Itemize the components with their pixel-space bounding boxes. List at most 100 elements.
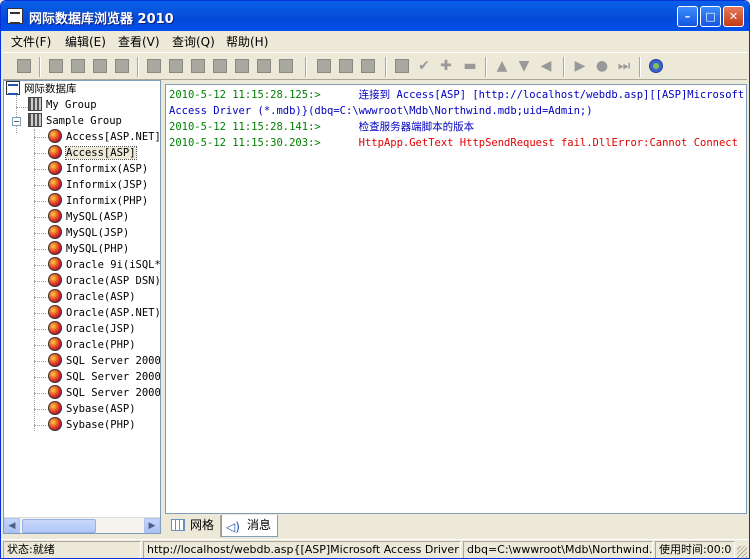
tree-item-connection[interactable]: MySQL(PHP) <box>48 241 129 257</box>
run-button[interactable]: ▶ <box>569 56 591 77</box>
log-line-continuation: Access Driver (*.mdb)}(dbq=C:\wwwroot\Md… <box>169 105 593 117</box>
title-bar[interactable]: 网际数据库浏览器 2010 – □ ✕ <box>1 1 749 31</box>
scroll-left-icon[interactable]: ◀ <box>4 518 20 533</box>
save-icon <box>279 59 293 73</box>
stop-button[interactable]: ● <box>591 56 613 77</box>
resize-grip[interactable] <box>737 546 747 558</box>
tree-group-my[interactable]: My Group <box>28 97 97 113</box>
menu-query[interactable]: 查询(Q) <box>172 33 215 50</box>
check-icon: ✔ <box>418 58 430 74</box>
tree-item-connection[interactable]: Oracle(JSP) <box>48 321 136 337</box>
database-icon <box>6 81 20 95</box>
tree-item-connection[interactable]: SQL Server 2000 <box>48 353 160 369</box>
toolbar-button[interactable] <box>143 56 165 77</box>
tree-root[interactable]: 网际数据库 <box>6 81 77 97</box>
toolbar-button[interactable] <box>67 56 89 77</box>
toolbar-button[interactable] <box>111 56 133 77</box>
connect-tool-button[interactable] <box>13 56 35 77</box>
connection-icon <box>48 369 62 383</box>
menu-edit[interactable]: 编辑(E) <box>65 33 106 50</box>
toolbar-button[interactable] <box>45 56 67 77</box>
menu-help[interactable]: 帮助(H) <box>226 33 268 50</box>
toolbar-button[interactable] <box>335 56 357 77</box>
step-button[interactable]: ⏭ <box>613 56 635 77</box>
play-icon: ▶ <box>574 58 586 74</box>
tree-item-connection[interactable]: Oracle 9i(iSQL*Plus) <box>48 257 160 273</box>
tree-item-connection[interactable]: Access[ASP.NET] <box>48 129 161 145</box>
move-down-button[interactable]: ▼ <box>513 56 535 77</box>
tree-item-connection[interactable]: Informix(ASP) <box>48 161 148 177</box>
tab-messages[interactable]: ◁) 消息 <box>221 515 279 537</box>
toolbar-button[interactable] <box>275 56 297 77</box>
horizontal-scrollbar[interactable]: ◀ ▶ <box>4 517 160 533</box>
tree-item-connection[interactable]: SQL Server 2000 <box>48 385 161 401</box>
tree-item-connection[interactable]: SQL Server 2000 <box>48 369 160 385</box>
connection-icon <box>48 257 62 271</box>
tree-item-connection[interactable]: Sybase(PHP) <box>48 417 136 433</box>
tree-item-label: SQL Server 2000 <box>66 387 161 399</box>
tree-item-connection[interactable]: Oracle(PHP) <box>48 337 136 353</box>
close-button[interactable]: ✕ <box>723 6 744 27</box>
maximize-button[interactable]: □ <box>700 6 721 27</box>
tree-item-label: Oracle(ASP) <box>66 291 136 303</box>
minimize-button[interactable]: – <box>677 6 698 27</box>
tree-item-label: Informix(ASP) <box>66 163 149 175</box>
web-button[interactable] <box>645 56 667 77</box>
remove-button[interactable]: ▬ <box>459 56 481 77</box>
collapse-toggle[interactable]: − <box>12 117 21 126</box>
grid-icon <box>317 59 331 73</box>
tree-item-connection[interactable]: Informix(JSP) <box>48 177 148 193</box>
tree-group-sample[interactable]: Sample Group <box>28 113 122 129</box>
tree-item-connection[interactable]: Oracle(ASP.NET) <box>48 305 161 321</box>
grid-icon <box>171 519 185 531</box>
arrow-up-icon: ▲ <box>496 58 508 74</box>
tree-item-label: Oracle(JSP) <box>66 323 136 335</box>
toolbar-button[interactable] <box>187 56 209 77</box>
speaker-icon: ◁) <box>226 520 240 534</box>
message-log[interactable]: 2010-5-12 11:15:28.125:> 连接到 Access[ASP]… <box>165 84 747 514</box>
scroll-right-icon[interactable]: ▶ <box>144 518 160 533</box>
tree-item-connection[interactable]: Sybase(ASP) <box>48 401 136 417</box>
bottom-tabs: 网格 ◁) 消息 <box>161 515 749 537</box>
tab-grid[interactable]: 网格 <box>167 515 222 537</box>
database-tree[interactable]: − 网际数据库 My Group Sample Group Access[ASP… <box>3 80 161 534</box>
tree-item-connection[interactable]: Informix(PHP) <box>48 193 148 209</box>
log-line: 2010-5-12 11:15:28.141:> 检查服务器端脚本的版本 <box>169 121 475 133</box>
connection-icon <box>48 161 62 175</box>
post-button[interactable]: ✔ <box>413 56 435 77</box>
tree-item-label: MySQL(ASP) <box>66 211 130 223</box>
menu-file[interactable]: 文件(F) <box>11 33 51 50</box>
tree-item-label: Informix(PHP) <box>66 195 149 207</box>
tree-item-label: MySQL(PHP) <box>66 243 130 255</box>
tree-item-connection[interactable]: Oracle(ASP) <box>48 289 136 305</box>
tree-item-connection[interactable]: MySQL(ASP) <box>48 209 129 225</box>
connection-icon <box>48 145 62 159</box>
menu-view[interactable]: 查看(V) <box>118 33 160 50</box>
connection-icon <box>48 337 62 351</box>
toolbar-button[interactable] <box>165 56 187 77</box>
table-icon <box>49 59 63 73</box>
move-up-button[interactable]: ▲ <box>491 56 513 77</box>
toolbar-button[interactable] <box>253 56 275 77</box>
tree-item-label: Oracle(ASP.NET) <box>66 307 161 319</box>
toolbar-button[interactable]: ◀ <box>535 56 557 77</box>
paste-icon <box>93 59 107 73</box>
toolbar-button[interactable] <box>313 56 335 77</box>
tree-item-connection[interactable]: MySQL(JSP) <box>48 225 129 241</box>
copy-icon <box>169 59 183 73</box>
tree-item-connection[interactable]: Oracle(ASP DSN) <box>48 273 160 289</box>
toolbar-button[interactable] <box>209 56 231 77</box>
tree-item-label: Access[ASP.NET] <box>66 131 161 143</box>
toolbar-button[interactable] <box>357 56 379 77</box>
toolbar-button[interactable] <box>231 56 253 77</box>
connection-icon <box>48 177 62 191</box>
insert-button[interactable]: ✚ <box>435 56 457 77</box>
toolbar-button[interactable] <box>89 56 111 77</box>
toolbar-button[interactable] <box>391 56 413 77</box>
log-message: 连接到 Access[ASP] [http://localhost/webdb.… <box>358 89 745 101</box>
window-title: 网际数据库浏览器 2010 <box>29 12 174 27</box>
tree-item-label: Sybase(PHP) <box>66 419 136 431</box>
tree-item-connection[interactable]: Access[ASP] <box>48 145 137 161</box>
scroll-thumb[interactable] <box>22 519 96 533</box>
status-bar: 状态:就绪 http://localhost/webdb.asp{[ASP]Mi… <box>1 539 749 558</box>
